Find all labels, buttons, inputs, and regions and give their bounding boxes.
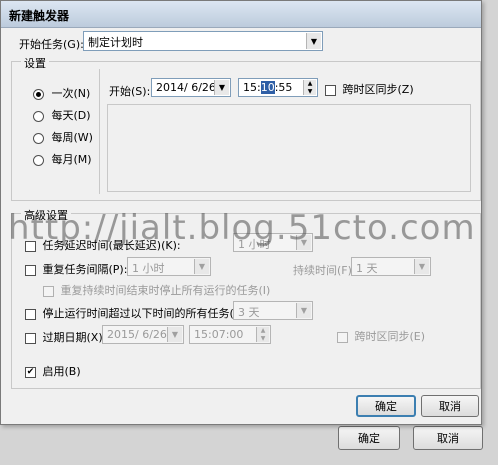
radio-monthly[interactable]: 每月(M) bbox=[33, 151, 92, 167]
ok-button[interactable]: 确定 bbox=[356, 395, 416, 417]
parent-cancel-button[interactable]: 取消 bbox=[413, 426, 483, 450]
expire-date-value: 2015/ 6/26 bbox=[107, 328, 167, 341]
start-task-dropdown[interactable]: 制定计划时 ▼ bbox=[83, 31, 323, 51]
start-time-spinner[interactable]: 15:10:55 ▲ ▼ bbox=[238, 78, 318, 97]
repeat-box bbox=[25, 264, 36, 276]
chevron-down-icon: ▼ bbox=[296, 303, 311, 318]
radio-weekly[interactable]: 每周(W) bbox=[33, 129, 93, 145]
start-task-value: 制定计划时 bbox=[88, 36, 143, 49]
title-bar: 新建触发器 bbox=[1, 1, 481, 28]
start-time-prefix: 15: bbox=[243, 81, 261, 94]
enabled-box: ✔ bbox=[25, 366, 36, 378]
stop-long-value: 3 天 bbox=[238, 306, 260, 319]
start-time-suffix: :55 bbox=[274, 81, 293, 94]
stop-at-end-box bbox=[43, 285, 54, 297]
radio-once-label: 一次(N) bbox=[51, 87, 91, 100]
chevron-down-icon: ▼ bbox=[414, 259, 429, 274]
duration-dropdown[interactable]: 1 天 ▼ bbox=[351, 257, 431, 276]
radio-monthly-label: 每月(M) bbox=[51, 153, 92, 166]
repeat-label: 重复任务间隔(P): bbox=[42, 263, 128, 276]
start-time-selected: 10 bbox=[260, 81, 275, 94]
stop-long-dropdown[interactable]: 3 天 ▼ bbox=[233, 301, 313, 320]
chevron-down-icon: ▼ bbox=[194, 259, 209, 274]
radio-weekly-label: 每周(W) bbox=[51, 131, 93, 144]
expire-label: 过期日期(X): bbox=[42, 331, 107, 344]
stop-at-end-label: 重复持续时间结束时停止所有运行的任务(I) bbox=[60, 284, 271, 297]
radio-monthly-indicator bbox=[33, 154, 44, 166]
stop-long-box bbox=[25, 308, 36, 320]
cancel-button[interactable]: 取消 bbox=[421, 395, 479, 417]
settings-divider bbox=[99, 69, 100, 194]
sync-timezone-label: 跨时区同步(Z) bbox=[342, 83, 414, 96]
repeat-dropdown[interactable]: 1 小时 ▼ bbox=[127, 257, 211, 276]
settings-group-title: 设置 bbox=[21, 55, 49, 71]
radio-once-indicator bbox=[33, 88, 44, 100]
enabled-checkbox[interactable]: ✔ 启用(B) bbox=[25, 363, 81, 379]
expire-sync-checkbox[interactable]: 跨时区同步(E) bbox=[337, 328, 425, 344]
parent-ok-button[interactable]: 确定 bbox=[338, 426, 400, 450]
radio-daily-indicator bbox=[33, 110, 44, 122]
repeat-value: 1 小时 bbox=[132, 262, 165, 275]
spinner-arrows-icon[interactable]: ▲ ▼ bbox=[303, 80, 316, 95]
expire-date-picker[interactable]: 2015/ 6/26 ▼ bbox=[102, 325, 184, 344]
sync-timezone-box bbox=[325, 84, 336, 96]
stop-long-checkbox[interactable]: 停止运行时间超过以下时间的所有任务(L): bbox=[25, 305, 248, 321]
expire-sync-box bbox=[337, 331, 348, 343]
spinner-arrows-icon[interactable]: ▲ ▼ bbox=[256, 327, 269, 342]
start-task-label: 开始任务(G): bbox=[19, 38, 84, 51]
radio-once[interactable]: 一次(N) bbox=[33, 85, 90, 101]
duration-value: 1 天 bbox=[356, 262, 378, 275]
chevron-down-icon: ▼ bbox=[214, 80, 229, 95]
stop-at-end-checkbox[interactable]: 重复持续时间结束时停止所有运行的任务(I) bbox=[43, 282, 270, 298]
recurrence-detail-panel bbox=[107, 104, 471, 192]
start-label: 开始(S): bbox=[109, 85, 151, 98]
expire-time-value: 15:07:00 bbox=[194, 328, 244, 341]
chevron-down-icon: ▼ bbox=[306, 33, 321, 49]
chevron-down-icon: ▼ bbox=[167, 327, 182, 342]
duration-label: 持续时间(F): bbox=[293, 264, 356, 277]
repeat-checkbox[interactable]: 重复任务间隔(P): bbox=[25, 261, 127, 277]
enabled-label: 启用(B) bbox=[42, 365, 81, 378]
dialog-title: 新建触发器 bbox=[9, 9, 70, 23]
expire-box bbox=[25, 332, 36, 344]
expire-sync-label: 跨时区同步(E) bbox=[354, 330, 426, 343]
start-date-value: 2014/ 6/26 bbox=[156, 81, 216, 94]
watermark-text: http://jialt.blog.51cto.com bbox=[8, 208, 476, 248]
expire-checkbox[interactable]: 过期日期(X): bbox=[25, 329, 106, 345]
start-date-picker[interactable]: 2014/ 6/26 ▼ bbox=[151, 78, 231, 97]
radio-daily-label: 每天(D) bbox=[51, 109, 91, 122]
stop-long-label: 停止运行时间超过以下时间的所有任务(L): bbox=[42, 307, 248, 320]
expire-time-spinner[interactable]: 15:07:00 ▲ ▼ bbox=[189, 325, 271, 344]
radio-weekly-indicator bbox=[33, 132, 44, 144]
radio-daily[interactable]: 每天(D) bbox=[33, 107, 91, 123]
sync-timezone-checkbox[interactable]: 跨时区同步(Z) bbox=[325, 81, 414, 97]
